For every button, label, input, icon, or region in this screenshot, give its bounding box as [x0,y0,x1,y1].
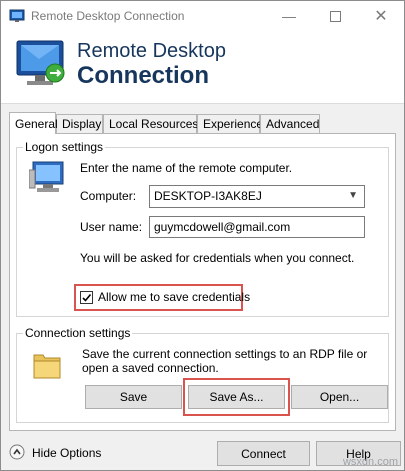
save-credentials-label[interactable]: Allow me to save credentials [98,290,250,304]
save-as-button[interactable]: Save As... [188,385,285,409]
chevron-up-circle-icon [9,444,25,460]
folder-icon [33,354,61,379]
computer-value: DESKTOP-I3AK8EJ [154,189,262,203]
tab-advanced[interactable]: Advanced [260,114,320,133]
minimize-button[interactable]: — [266,1,312,31]
hide-options-toggle[interactable] [9,444,27,462]
maximize-button[interactable] [312,1,358,31]
connection-settings-title: Connection settings [23,326,133,340]
credentials-note: You will be asked for credentials when y… [80,251,355,265]
username-label: User name: [80,220,143,234]
maximize-icon [329,10,341,22]
chevron-down-icon[interactable]: ▼ [348,186,358,206]
connection-settings-group: Connection settings Save the current con… [16,326,389,423]
tab-display[interactable]: Display [56,114,103,133]
username-field[interactable]: guymcdowell@gmail.com [149,216,365,238]
close-button[interactable]: ✕ [358,1,404,31]
save-credentials-checkbox[interactable] [80,291,93,304]
computer-icon [29,161,64,192]
tab-experience[interactable]: Experience [197,114,263,133]
tab-local-resources[interactable]: Local Resources [103,114,198,133]
header-banner: Remote Desktop Connection [1,31,404,104]
hide-options-label[interactable]: Hide Options [32,446,101,460]
remote-desktop-monitor-icon [16,40,65,85]
banner-title-line1: Remote Desktop [77,40,226,62]
computer-label: Computer: [80,189,137,203]
tab-general[interactable]: General [9,112,58,134]
logon-settings-group: Logon settings Enter the name of the rem… [16,140,389,317]
window-title: Remote Desktop Connection [31,9,185,23]
computer-combobox[interactable]: DESKTOP-I3AK8EJ ▼ [149,185,365,208]
title-bar: Remote Desktop Connection — ✕ [1,1,404,31]
general-tab-panel: Logon settings Enter the name of the rem… [9,133,396,431]
close-icon: ✕ [374,8,388,25]
save-button[interactable]: Save [85,385,182,409]
open-button[interactable]: Open... [291,385,388,409]
connect-button[interactable]: Connect [217,441,310,466]
logon-prompt: Enter the name of the remote computer. [80,161,293,175]
connection-description: Save the current connection settings to … [82,347,368,375]
rdc-window: Remote Desktop Connection — ✕ Remote Des… [0,0,405,471]
watermark-text: wsxdn.com [342,456,398,468]
rdc-app-icon [9,9,25,22]
checkmark-icon [82,293,92,302]
logon-settings-title: Logon settings [23,140,106,154]
username-value: guymcdowell@gmail.com [154,220,291,234]
banner-title-line2: Connection [77,62,209,89]
